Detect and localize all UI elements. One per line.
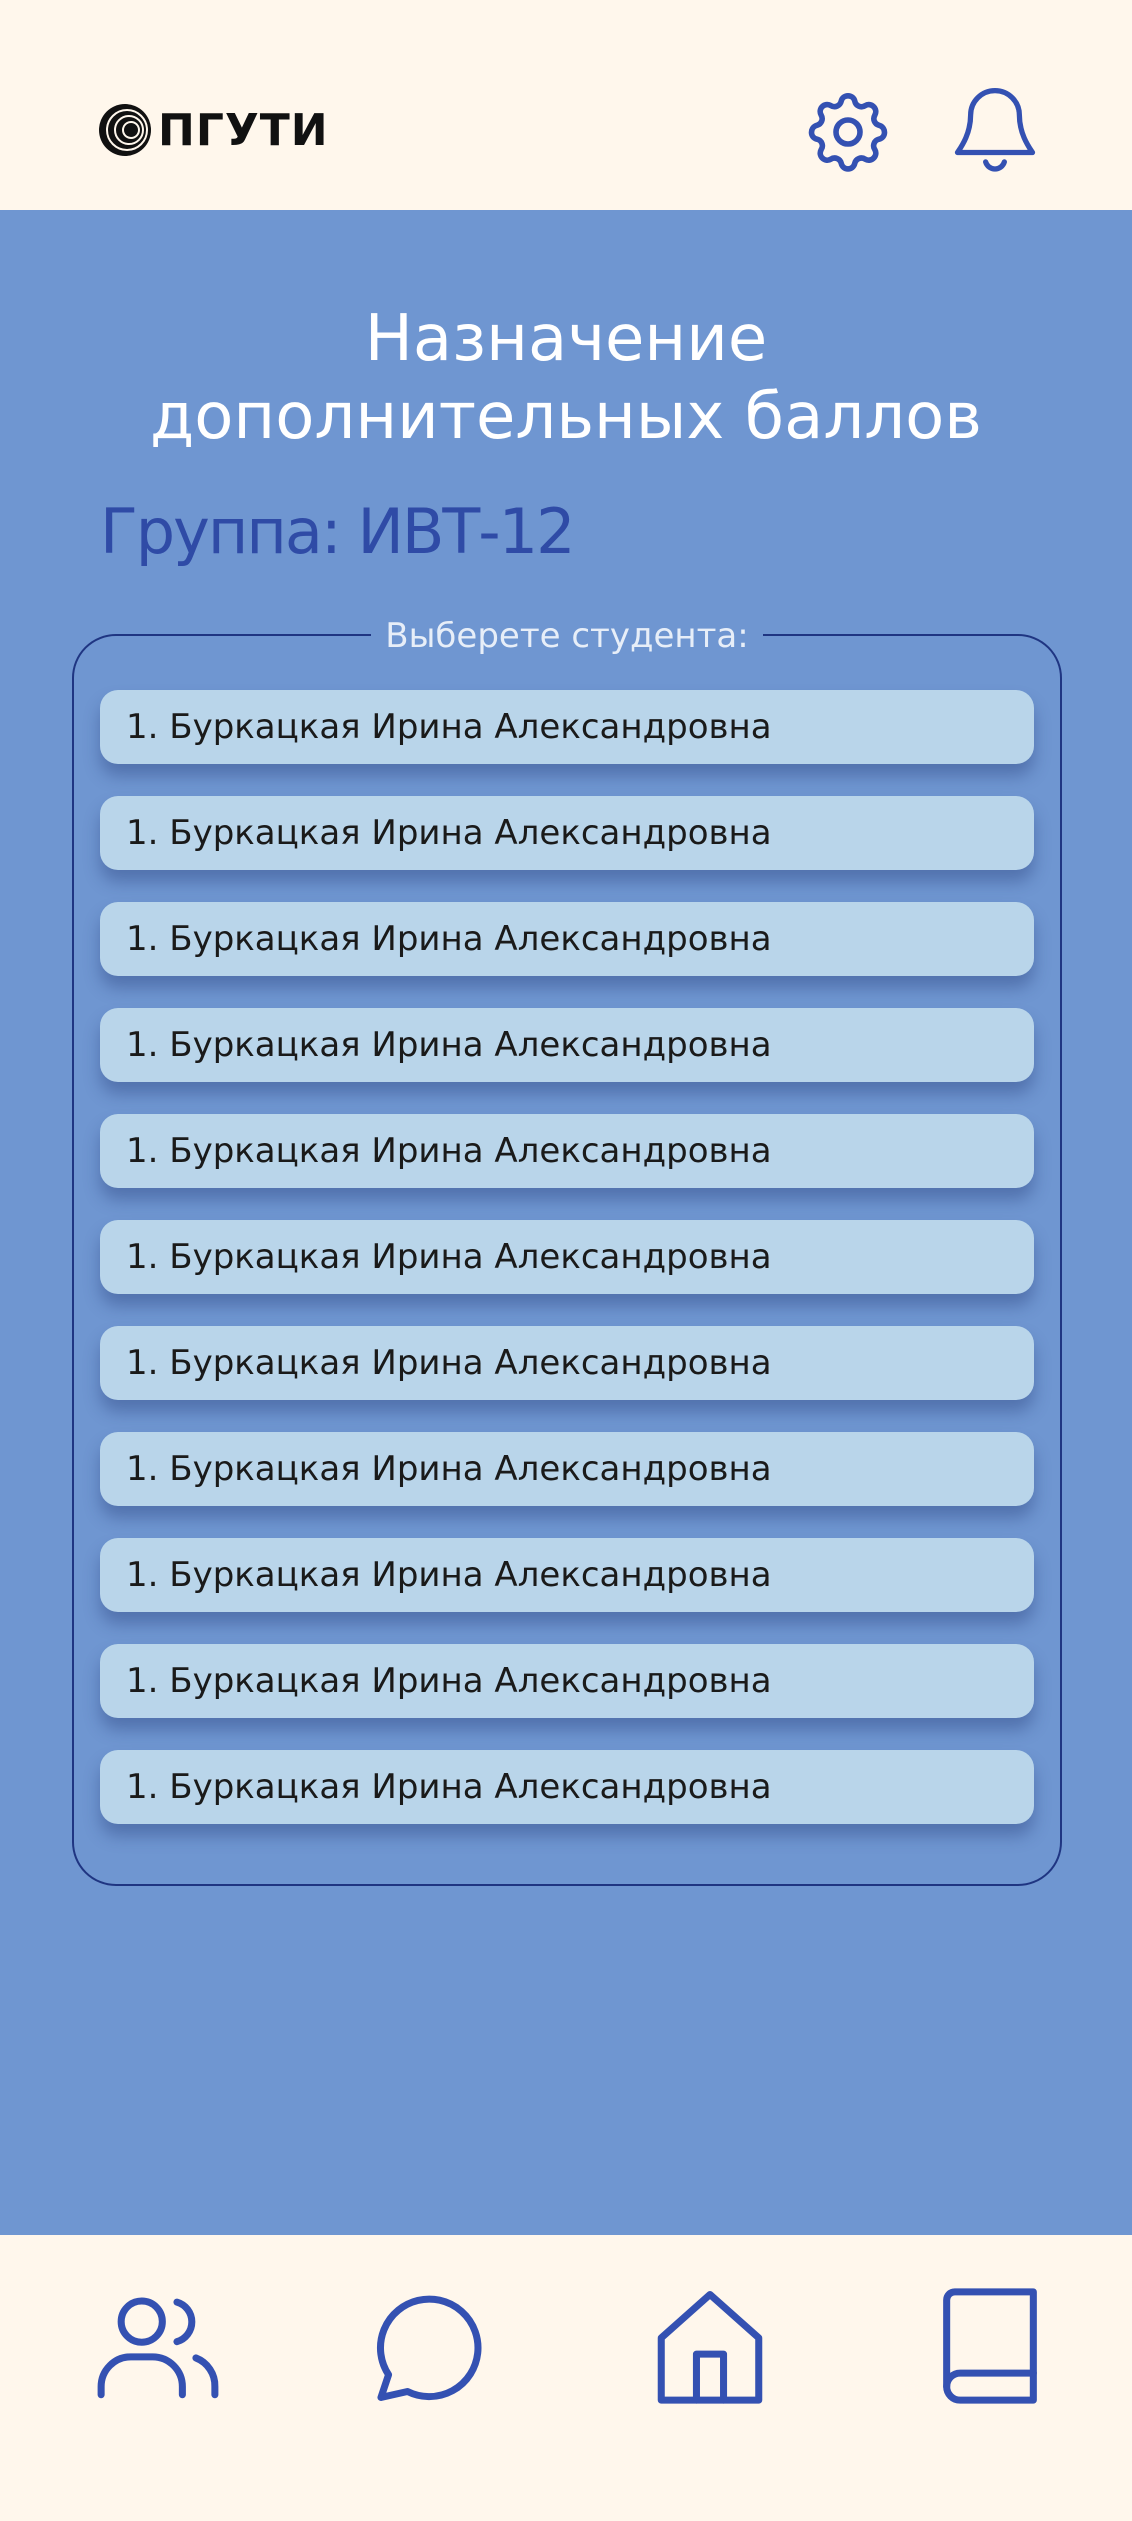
student-item[interactable]: 1. Буркацкая Ирина Александровна: [100, 1644, 1034, 1718]
logo[interactable]: ПГУТИ: [98, 102, 329, 158]
student-item[interactable]: 1. Буркацкая Ирина Александровна: [100, 690, 1034, 764]
nav-users-button[interactable]: [93, 2281, 223, 2411]
main-content: Назначение дополнительных баллов Группа:…: [0, 210, 1132, 2235]
page-title: Назначение дополнительных баллов: [0, 300, 1132, 456]
page-title-line2: дополнительных баллов: [150, 380, 982, 454]
group-label: Группа: ИВТ-12: [100, 495, 576, 568]
users-icon: [97, 2297, 219, 2399]
student-item[interactable]: 1. Буркацкая Ирина Александровна: [100, 1750, 1034, 1824]
gear-icon: [808, 93, 888, 172]
nav-home-button[interactable]: [645, 2281, 775, 2411]
settings-button[interactable]: [800, 84, 896, 180]
book-icon: [943, 2288, 1037, 2404]
student-item[interactable]: 1. Буркацкая Ирина Александровна: [100, 1432, 1034, 1506]
page-title-line1: Назначение: [364, 302, 768, 376]
nav-chat-button[interactable]: [362, 2281, 492, 2411]
student-list: 1. Буркацкая Ирина Александровна 1. Бурк…: [100, 690, 1034, 1856]
student-item[interactable]: 1. Буркацкая Ирина Александровна: [100, 1326, 1034, 1400]
student-item[interactable]: 1. Буркацкая Ирина Александровна: [100, 1114, 1034, 1188]
student-item[interactable]: 1. Буркацкая Ирина Александровна: [100, 796, 1034, 870]
student-item[interactable]: 1. Буркацкая Ирина Александровна: [100, 902, 1034, 976]
logo-text: ПГУТИ: [158, 104, 329, 156]
nav-book-button[interactable]: [925, 2281, 1055, 2411]
chat-icon: [376, 2295, 482, 2401]
bottom-navbar: [0, 2235, 1132, 2521]
app-header: ПГУТИ: [0, 0, 1132, 210]
student-item[interactable]: 1. Буркацкая Ирина Александровна: [100, 1008, 1034, 1082]
student-select-panel: Выберете студента: 1. Буркацкая Ирина Ал…: [72, 616, 1062, 1886]
student-select-legend: Выберете студента:: [74, 616, 1060, 656]
student-item[interactable]: 1. Буркацкая Ирина Александровна: [100, 1538, 1034, 1612]
student-select-legend-text: Выберете студента:: [371, 616, 763, 656]
notifications-button[interactable]: [950, 80, 1040, 180]
logo-mark-icon: [99, 104, 151, 156]
student-item[interactable]: 1. Буркацкая Ирина Александровна: [100, 1220, 1034, 1294]
home-icon: [657, 2291, 763, 2404]
bell-icon: [954, 88, 1036, 172]
